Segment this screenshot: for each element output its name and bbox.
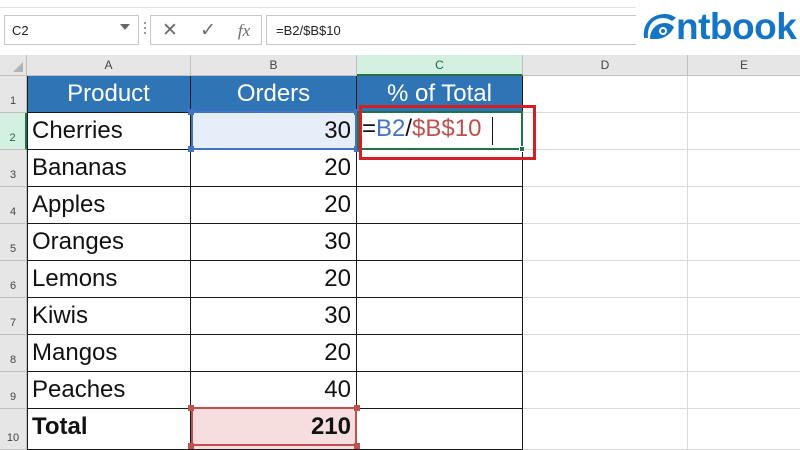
cell-e7[interactable] bbox=[688, 298, 800, 335]
header-cell-product[interactable]: Product bbox=[27, 76, 191, 113]
orders-cell[interactable]: 30 bbox=[191, 298, 357, 335]
cell-d2[interactable] bbox=[523, 113, 688, 150]
orders-cell[interactable]: 20 bbox=[191, 335, 357, 372]
row-header-7[interactable]: 7 bbox=[0, 298, 27, 335]
enter-icon[interactable]: ✓ bbox=[195, 19, 221, 43]
cell-d5[interactable] bbox=[523, 224, 688, 261]
resize-handle[interactable] bbox=[188, 109, 194, 115]
orders-cell[interactable]: 20 bbox=[191, 261, 357, 298]
row-header-8[interactable]: 8 bbox=[0, 335, 27, 372]
row-header-10[interactable]: 10 bbox=[0, 409, 27, 450]
chevron-down-icon[interactable] bbox=[120, 24, 130, 30]
row-header-6[interactable]: 6 bbox=[0, 261, 27, 298]
product-cell[interactable]: Cherries bbox=[27, 113, 191, 150]
product-cell[interactable]: Lemons bbox=[27, 261, 191, 298]
name-box[interactable]: C2 bbox=[4, 15, 139, 45]
insert-function-icon[interactable]: fx bbox=[231, 19, 257, 43]
resize-handle[interactable] bbox=[354, 405, 360, 411]
formula-buttons: ✕ ✓ fx bbox=[150, 15, 262, 45]
column-header-b[interactable]: B bbox=[191, 55, 357, 76]
cell-e8[interactable] bbox=[688, 335, 800, 372]
row-header-4[interactable]: 4 bbox=[0, 187, 27, 224]
column-header-c[interactable]: C bbox=[357, 55, 523, 76]
annotation-highlight-box bbox=[359, 105, 536, 160]
cell-e2[interactable] bbox=[688, 113, 800, 150]
header-cell-orders[interactable]: Orders bbox=[191, 76, 357, 113]
cell-d7[interactable] bbox=[523, 298, 688, 335]
cell-d10[interactable] bbox=[523, 409, 688, 450]
row-header-1[interactable]: 1 bbox=[0, 76, 27, 113]
resize-handle[interactable] bbox=[188, 443, 194, 449]
resize-handle[interactable] bbox=[354, 443, 360, 449]
cell-e10[interactable] bbox=[688, 409, 800, 450]
cell-e4[interactable] bbox=[688, 187, 800, 224]
resize-handle[interactable] bbox=[188, 405, 194, 411]
cell-d3[interactable] bbox=[523, 150, 688, 187]
orders-cell[interactable]: 30 bbox=[191, 224, 357, 261]
percent-cell[interactable] bbox=[357, 261, 523, 298]
logo-text: ntbook bbox=[676, 6, 797, 47]
cell-e1[interactable] bbox=[688, 76, 800, 113]
cell-e3[interactable] bbox=[688, 150, 800, 187]
row-header-2[interactable]: 2 bbox=[0, 113, 27, 150]
column-header-a[interactable]: A bbox=[27, 55, 191, 76]
cell-d6[interactable] bbox=[523, 261, 688, 298]
cell-e6[interactable] bbox=[688, 261, 800, 298]
percent-cell[interactable] bbox=[357, 187, 523, 224]
drag-handle-icon[interactable] bbox=[143, 22, 147, 38]
cell-e9[interactable] bbox=[688, 372, 800, 409]
product-cell[interactable]: Mangos bbox=[27, 335, 191, 372]
cell-d8[interactable] bbox=[523, 335, 688, 372]
row-header-9[interactable]: 9 bbox=[0, 372, 27, 409]
percent-cell[interactable] bbox=[357, 224, 523, 261]
product-cell[interactable]: Peaches bbox=[27, 372, 191, 409]
orders-cell[interactable]: 40 bbox=[191, 372, 357, 409]
reference-highlight-b2 bbox=[191, 111, 357, 150]
cell-d9[interactable] bbox=[523, 372, 688, 409]
percent-cell[interactable] bbox=[357, 298, 523, 335]
cell-d4[interactable] bbox=[523, 187, 688, 224]
total-percent-cell[interactable] bbox=[357, 409, 523, 450]
cell-e5[interactable] bbox=[688, 224, 800, 261]
resize-handle[interactable] bbox=[188, 146, 194, 152]
orders-cell[interactable]: 20 bbox=[191, 187, 357, 224]
cancel-icon[interactable]: ✕ bbox=[157, 19, 183, 43]
total-label-cell[interactable]: Total bbox=[27, 409, 191, 450]
product-cell[interactable]: Kiwis bbox=[27, 298, 191, 335]
reference-highlight-b10 bbox=[191, 407, 357, 446]
column-header-e[interactable]: E bbox=[688, 55, 800, 76]
row-header-5[interactable]: 5 bbox=[0, 224, 27, 261]
percent-cell[interactable] bbox=[357, 372, 523, 409]
logo-eye-icon bbox=[643, 14, 676, 39]
column-header-d[interactable]: D bbox=[523, 55, 688, 76]
percent-cell[interactable] bbox=[357, 335, 523, 372]
row-header-3[interactable]: 3 bbox=[0, 150, 27, 187]
orders-cell[interactable]: 20 bbox=[191, 150, 357, 187]
cell-d1[interactable] bbox=[523, 76, 688, 113]
product-cell[interactable]: Bananas bbox=[27, 150, 191, 187]
select-all-button[interactable] bbox=[0, 55, 27, 76]
logo: ntbook bbox=[636, 2, 800, 54]
product-cell[interactable]: Oranges bbox=[27, 224, 191, 261]
product-cell[interactable]: Apples bbox=[27, 187, 191, 224]
table-border-left bbox=[27, 76, 28, 450]
name-box-value: C2 bbox=[12, 23, 29, 38]
